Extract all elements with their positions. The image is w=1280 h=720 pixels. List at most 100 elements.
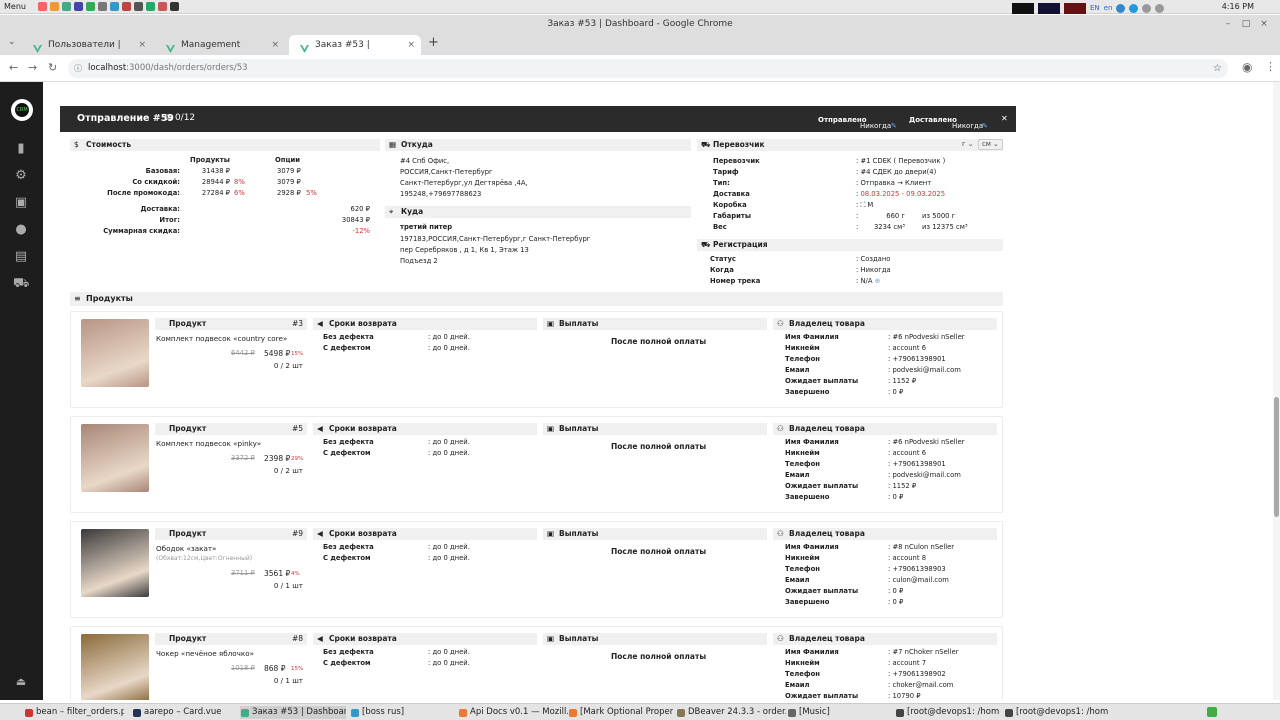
- lang-indicator-2[interactable]: en: [1104, 1, 1113, 15]
- clock[interactable]: 4:16 PM: [1222, 0, 1254, 14]
- carrier-section-header: ⛟ Перевозчик: [697, 139, 1003, 151]
- maximize-icon[interactable]: □: [1240, 18, 1252, 30]
- gear-icon[interactable]: ⚙: [13, 168, 29, 184]
- back-icon[interactable]: ←: [9, 61, 18, 74]
- product-photo[interactable]: [81, 424, 149, 492]
- edit-sent-icon[interactable]: ✎: [891, 122, 897, 130]
- launcher-icon[interactable]: [38, 2, 47, 11]
- launcher-icon[interactable]: [170, 2, 179, 11]
- owner-nick-value: : account 7: [888, 659, 927, 667]
- profile-icon[interactable]: ◉: [1242, 60, 1252, 74]
- launcher-icon[interactable]: [110, 2, 119, 11]
- owner-expected: 1152 ₽: [892, 482, 917, 490]
- owner-expected-value: : 1152 ₽: [888, 482, 917, 490]
- product-id: #9: [291, 529, 303, 538]
- launcher-icon[interactable]: [50, 2, 59, 11]
- owner-email-label: Емаил: [785, 681, 810, 689]
- launcher-icon[interactable]: [74, 2, 83, 11]
- launcher-icon[interactable]: [134, 2, 143, 11]
- tab-users[interactable]: Пользователи | Dashbo ×: [22, 35, 152, 70]
- cost-row-label: Базовая:: [145, 167, 180, 175]
- terminal-icon: [1005, 709, 1013, 717]
- forward-icon[interactable]: →: [28, 61, 37, 74]
- product-section-header: Продукт #3: [155, 318, 307, 330]
- owner-nick-value: : account 6: [888, 344, 927, 352]
- dollar-icon: $: [74, 140, 79, 149]
- briefcase-icon[interactable]: ▣: [13, 195, 29, 211]
- bluetooth-icon[interactable]: [1116, 3, 1126, 13]
- edit-delivered-icon[interactable]: ✎: [982, 122, 988, 130]
- page-scrollbar[interactable]: [1273, 82, 1280, 700]
- taskbar-item[interactable]: [Music]: [787, 706, 887, 719]
- url-field[interactable]: ⓘ localhost:3000/dash/orders/orders/53 ☆: [68, 59, 1228, 78]
- network-icon[interactable]: [1142, 3, 1152, 13]
- chrome-menu-icon[interactable]: ⋮: [1265, 60, 1276, 73]
- app-logo[interactable]: CRM: [11, 99, 33, 121]
- unit-cm-select[interactable]: см ⌄: [978, 139, 1003, 150]
- add-track-icon[interactable]: ⊕: [875, 277, 881, 285]
- with-defect-value: : до 0 дней.: [428, 344, 470, 352]
- launcher-icon[interactable]: [146, 2, 155, 11]
- bag-icon[interactable]: ▮: [13, 141, 29, 157]
- taskbar-item[interactable]: [Mark Optional Proper...: [568, 706, 673, 719]
- carrier-row-label: Коробка: [713, 201, 747, 209]
- telegram-icon[interactable]: [1129, 3, 1139, 13]
- taskbar-item[interactable]: DBeaver 24.3.3 - order...: [676, 706, 786, 719]
- reload-icon[interactable]: ↻: [48, 61, 57, 74]
- minimize-icon[interactable]: –: [1222, 18, 1234, 30]
- tab-close-icon[interactable]: ×: [138, 35, 146, 55]
- taskbar-item[interactable]: aarepo – Card.vue: [132, 706, 232, 719]
- launcher-icon[interactable]: [122, 2, 131, 11]
- cost-row-label: Со скидкой:: [132, 178, 180, 186]
- owner-done-value: : 0 ₽: [888, 388, 904, 396]
- new-tab-icon[interactable]: +: [428, 35, 439, 50]
- carrier-row-label: Перевозчик: [713, 157, 760, 165]
- site-info-icon[interactable]: ⓘ: [74, 59, 82, 78]
- os-menu-button[interactable]: Menu: [4, 0, 26, 14]
- owner-email-value: : podveski@mail.com: [888, 366, 961, 374]
- lang-indicator[interactable]: EN: [1090, 1, 1100, 15]
- taskbar-label: [root@devops1: /hom...: [907, 707, 1000, 717]
- taskbar-item[interactable]: [root@devops1: /hom...: [895, 706, 1000, 719]
- with-defect-label: С дефектом: [323, 344, 371, 352]
- owner-done: 0 ₽: [892, 493, 904, 501]
- dbeaver-icon: [677, 709, 685, 717]
- unit-g-value: г: [962, 140, 966, 148]
- tab-close-icon[interactable]: ×: [271, 35, 279, 55]
- close-window-icon[interactable]: ×: [1258, 18, 1270, 30]
- product-photo[interactable]: [81, 319, 149, 387]
- taskbar-item[interactable]: Api Docs v0.1 — Mozill...: [458, 706, 568, 719]
- user-icon[interactable]: ●: [13, 222, 29, 238]
- payouts-section-header: ▣ Выплаты: [543, 633, 767, 645]
- logout-icon[interactable]: ⏏: [13, 674, 29, 690]
- launcher-icon[interactable]: [158, 2, 167, 11]
- volume-icon[interactable]: [1155, 3, 1165, 13]
- scrollbar-thumb[interactable]: [1274, 397, 1279, 517]
- terminal-icon: [896, 709, 904, 717]
- taskbar-item[interactable]: bean – filter_orders.py: [24, 706, 124, 719]
- taskbar-item-active[interactable]: Заказ #53 | Dashboard...: [240, 706, 346, 719]
- track-value: N/A: [860, 277, 873, 285]
- unit-g-select[interactable]: г ⌄: [962, 140, 973, 149]
- taskbar-item[interactable]: [root@devops1: /hom...: [1004, 706, 1109, 719]
- firefox-icon: [569, 709, 577, 717]
- weight-value: 3234 см³: [873, 223, 905, 231]
- tab-order[interactable]: Заказ #53 | Dashboard ×: [289, 35, 421, 70]
- tab-management[interactable]: Management ×: [155, 35, 285, 55]
- tab-search-icon[interactable]: ⌄: [8, 37, 16, 47]
- cart-icon[interactable]: ⛟: [13, 276, 29, 292]
- taskbar-item[interactable]: [boss rus]: [350, 706, 450, 719]
- owner-expected-value: : 1152 ₽: [888, 377, 917, 385]
- product-photo[interactable]: [81, 634, 149, 700]
- bus-icon[interactable]: ▤: [13, 249, 29, 265]
- tray-app-icon[interactable]: [1207, 707, 1217, 717]
- product-photo[interactable]: [81, 529, 149, 597]
- close-panel-icon[interactable]: ✕: [1001, 114, 1008, 123]
- launcher-icon[interactable]: [98, 2, 107, 11]
- tab-close-icon[interactable]: ×: [407, 35, 415, 55]
- bookmark-star-icon[interactable]: ☆: [1213, 59, 1222, 78]
- product-section-header: Продукт #5: [155, 423, 307, 435]
- launcher-icon[interactable]: [86, 2, 95, 11]
- to-title: Куда: [401, 207, 424, 216]
- launcher-icon[interactable]: [62, 2, 71, 11]
